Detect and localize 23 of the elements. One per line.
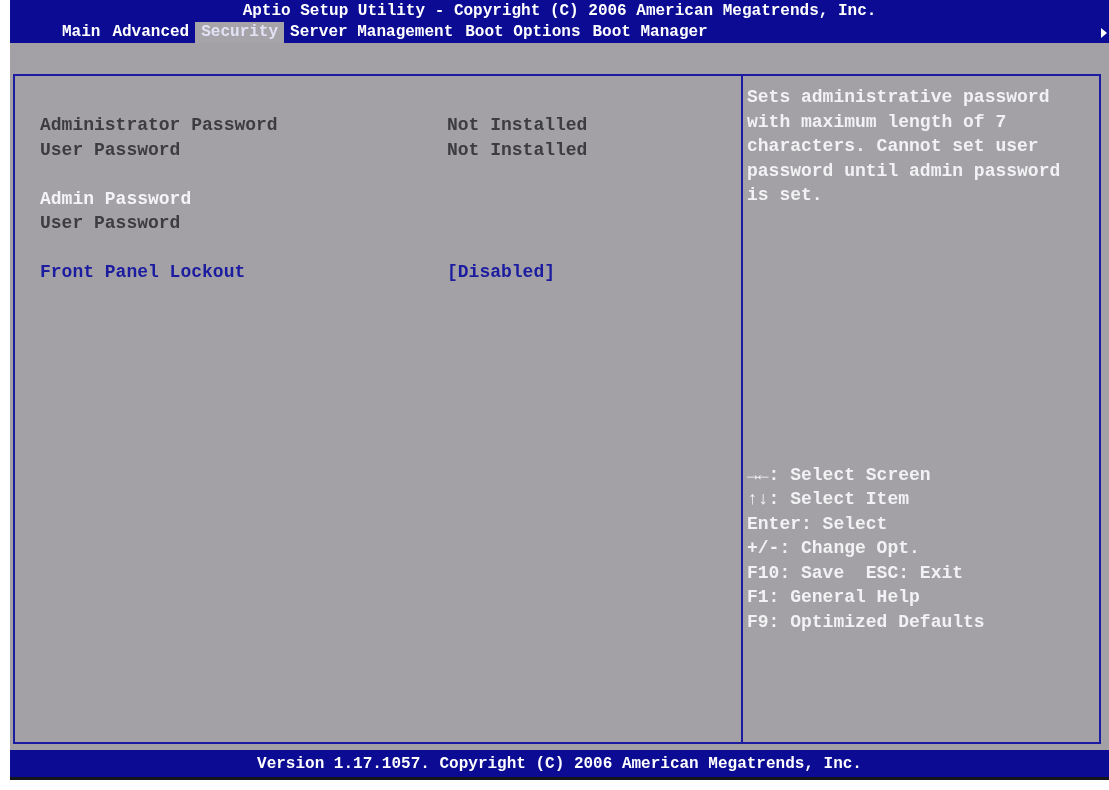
tab[interactable]: Boot Manager (586, 22, 714, 43)
setting-label[interactable]: Front Panel Lockout (40, 260, 246, 285)
tab[interactable]: Main (56, 22, 107, 43)
key-hint: Enter: Select (747, 512, 888, 536)
window-title: Aptio Setup Utility - Copyright (C) 2006 American Megatrends, Inc. (242, 1, 877, 21)
setting-label: User Password (40, 138, 181, 162)
help-text: Sets administrative password with maximum length of 7 characters. Cannot set user password until admin password is set. (747, 86, 1062, 207)
setting-value: Not Installed (447, 114, 588, 137)
setting-label: User Password (40, 212, 181, 235)
key-hint: ↑↓: Select Item (747, 488, 910, 511)
setting-value: Not Installed (447, 138, 588, 162)
caret-right-icon (1101, 27, 1107, 38)
tab[interactable]: Server Management (284, 22, 460, 43)
setting-label: Administrator Password (40, 114, 278, 137)
tab[interactable]: Advanced (106, 22, 196, 43)
version-text: Version 1.17.1057. Copyright (C) 2006 American Megatrends, Inc. (257, 754, 862, 773)
tab[interactable]: Boot Options (459, 22, 587, 43)
key-hint: →←: Select Screen (747, 463, 931, 487)
key-hint: F10: Save ESC: Exit (747, 561, 964, 585)
key-hint: F1: General Help (747, 586, 920, 609)
key-hint: +/-: Change Opt. (747, 537, 920, 560)
setting-value[interactable]: [Disabled] (447, 260, 556, 285)
key-hint: F9: Optimized Defaults (747, 610, 985, 634)
